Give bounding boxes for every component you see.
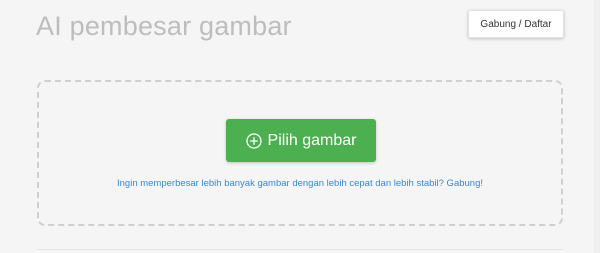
scrollbar[interactable] bbox=[594, 0, 600, 253]
join-promo-link[interactable]: Ingin memperbesar lebih banyak gambar de… bbox=[39, 178, 561, 189]
pick-image-button[interactable]: Pilih gambar bbox=[226, 119, 376, 162]
page-title: AI pembesar gambar bbox=[36, 11, 292, 41]
divider bbox=[37, 249, 563, 250]
plus-circle-icon bbox=[245, 132, 262, 149]
pick-image-label: Pilih gambar bbox=[267, 131, 357, 149]
upload-dropzone[interactable]: Pilih gambar Ingin memperbesar lebih ban… bbox=[37, 80, 563, 226]
signup-login-button[interactable]: Gabung / Daftar bbox=[468, 10, 564, 38]
page: AI pembesar gambar Gabung / Daftar Pilih… bbox=[0, 0, 600, 253]
